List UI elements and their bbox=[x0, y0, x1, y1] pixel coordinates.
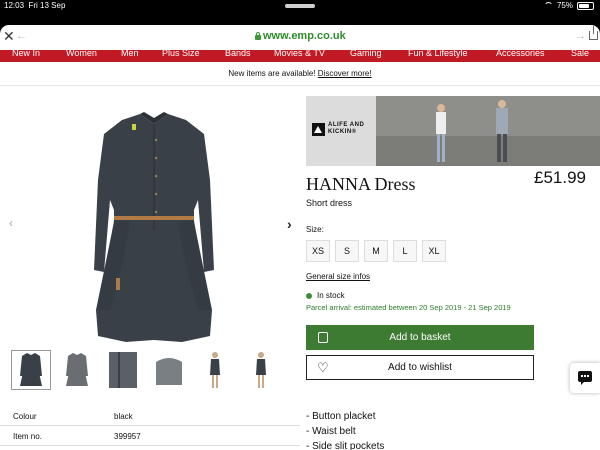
spec-row: Colour black bbox=[0, 406, 300, 426]
stock-text: In stock bbox=[317, 291, 345, 300]
back-arrow-icon[interactable]: ← bbox=[16, 30, 27, 42]
forward-arrow-icon[interactable]: → bbox=[575, 30, 586, 42]
wifi-icon bbox=[543, 2, 553, 9]
size-option-s[interactable]: S bbox=[335, 240, 359, 262]
basket-icon bbox=[318, 332, 328, 343]
brand-banner[interactable]: ALIFE AND KICKIN® bbox=[306, 96, 600, 166]
heart-icon: ♡ bbox=[317, 360, 329, 375]
image-next-arrow[interactable]: › bbox=[287, 216, 292, 232]
spec-key: Colour bbox=[13, 412, 37, 421]
product-price: £51.99 bbox=[534, 168, 586, 187]
battery-icon bbox=[577, 1, 594, 10]
size-option-l[interactable]: L bbox=[393, 240, 417, 262]
nav-item-plus-size[interactable]: Plus Size bbox=[162, 50, 200, 58]
add-to-wishlist-button[interactable]: ♡ Add to wishlist bbox=[306, 355, 534, 380]
thumbnail-model-front[interactable] bbox=[195, 350, 235, 390]
spec-key: Item no. bbox=[13, 432, 42, 441]
nav-item-accessories[interactable]: Accessories bbox=[496, 50, 545, 58]
add-to-basket-button[interactable]: Add to basket bbox=[306, 325, 534, 350]
new-items-notice: New items are available! Discover more! bbox=[0, 62, 600, 86]
url-text[interactable]: www.emp.co.uk bbox=[263, 30, 346, 42]
brand-mark-icon bbox=[312, 122, 325, 136]
feature-item: - Waist belt bbox=[306, 426, 356, 437]
size-option-m[interactable]: M bbox=[364, 240, 388, 262]
main-nav: New In Women Men Plus Size Bands Movies & TV G… bbox=[0, 50, 600, 62]
nav-item-fun-lifestyle[interactable]: Fun & Lifestyle bbox=[408, 50, 468, 58]
chat-button[interactable] bbox=[570, 363, 600, 393]
discover-more-link[interactable]: Discover more! bbox=[318, 69, 372, 78]
product-subtitle: Short dress bbox=[306, 198, 353, 208]
in-stock-dot-icon bbox=[306, 292, 312, 299]
nav-item-women[interactable]: Women bbox=[66, 50, 97, 58]
image-prev-arrow[interactable]: ‹ bbox=[9, 216, 13, 230]
size-option-xl[interactable]: XL bbox=[422, 240, 446, 262]
lock-icon bbox=[255, 32, 261, 40]
spec-value: black bbox=[114, 412, 133, 421]
spec-table: Colour black Item no. 399957 bbox=[0, 406, 300, 446]
status-bar: 12:03 Fri 13 Sep 75% bbox=[0, 0, 600, 12]
nav-item-bands[interactable]: Bands bbox=[225, 50, 251, 58]
feature-item: - Button placket bbox=[306, 411, 376, 422]
multitask-handle[interactable] bbox=[285, 4, 315, 8]
share-icon[interactable] bbox=[589, 26, 598, 40]
spec-value: 399957 bbox=[114, 432, 141, 441]
nav-item-new-in[interactable]: New In bbox=[12, 50, 40, 58]
nav-item-movies-tv[interactable]: Movies & TV bbox=[274, 50, 325, 58]
thumbnail-back[interactable] bbox=[57, 350, 97, 390]
feature-item: - Side slit pockets bbox=[306, 441, 385, 450]
arrival-estimate: Parcel arrival: estimated between 20 Sep… bbox=[306, 303, 511, 312]
nav-item-gaming[interactable]: Gaming bbox=[350, 50, 382, 58]
battery-percent: 75% bbox=[556, 1, 573, 10]
size-label: Size: bbox=[306, 225, 324, 234]
thumbnail-model-side[interactable] bbox=[241, 350, 281, 390]
product-title: HANNA Dress bbox=[306, 174, 416, 194]
thumbnail-front[interactable] bbox=[11, 350, 51, 390]
size-option-xs[interactable]: XS bbox=[306, 240, 330, 262]
notice-text: New items are available! bbox=[228, 69, 318, 78]
feature-list: - Button placket - Waist belt - Side sli… bbox=[306, 409, 384, 450]
thumbnail-collar[interactable] bbox=[149, 350, 189, 390]
thumbnail-detail[interactable] bbox=[103, 350, 143, 390]
close-icon[interactable]: ✕ bbox=[3, 28, 15, 45]
product-image[interactable] bbox=[86, 110, 222, 345]
size-guide-link[interactable]: General size infos bbox=[306, 272, 370, 281]
thumbnail-strip bbox=[11, 350, 287, 390]
nav-item-men[interactable]: Men bbox=[121, 50, 139, 58]
nav-item-sale[interactable]: Sale bbox=[571, 50, 589, 58]
size-selector: XS S M L XL bbox=[306, 240, 451, 262]
status-time: 12:03 Fri 13 Sep bbox=[4, 1, 66, 10]
stock-status: In stock bbox=[306, 291, 345, 300]
spec-row: Item no. 399957 bbox=[0, 426, 300, 446]
brand-logo: ALIFE AND KICKIN® bbox=[312, 122, 364, 136]
chat-icon bbox=[578, 371, 592, 385]
